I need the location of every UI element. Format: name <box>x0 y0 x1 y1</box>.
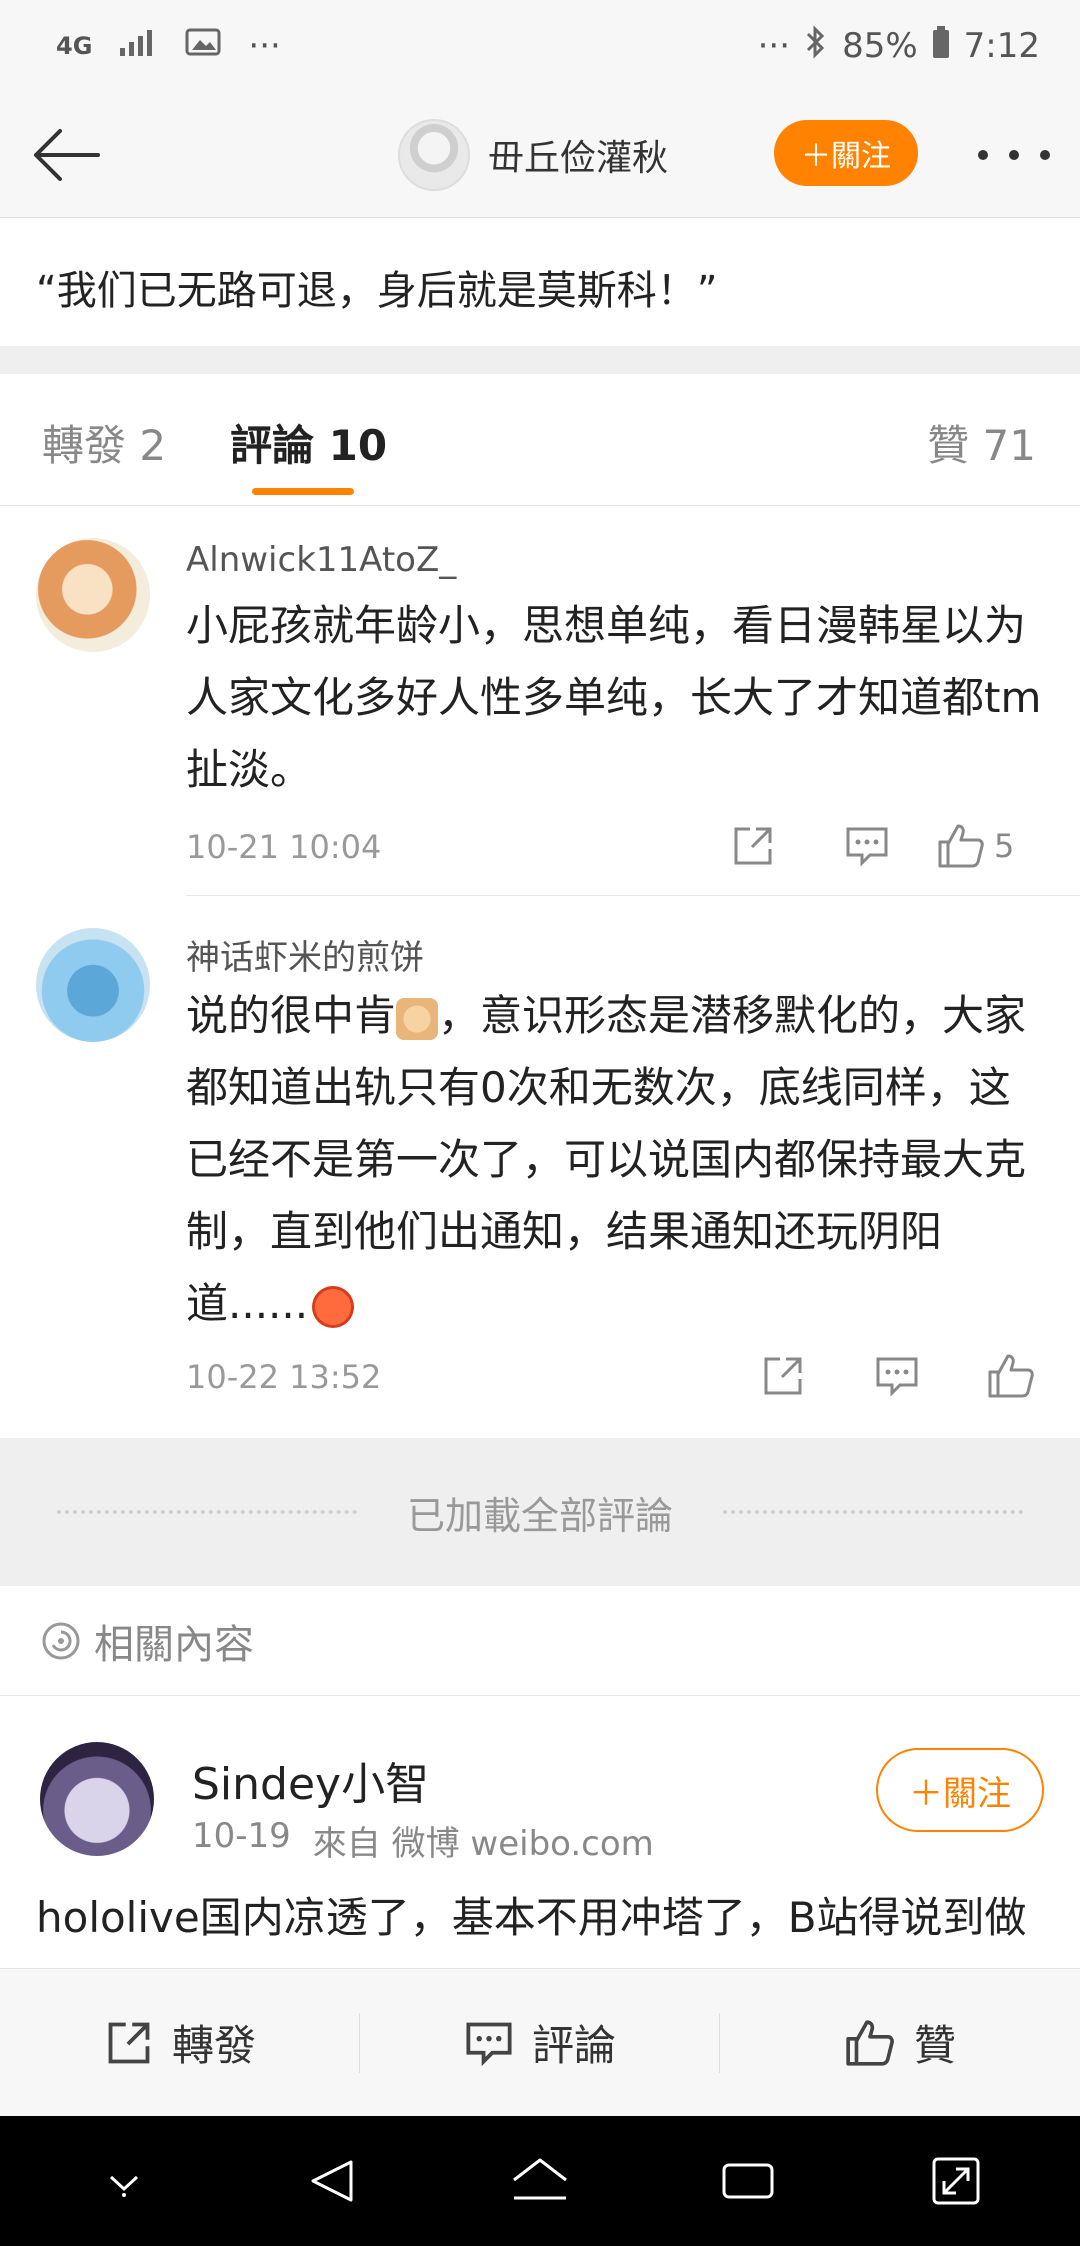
chevron-down-icon <box>109 2175 139 2197</box>
more-options-button[interactable] <box>978 132 1050 178</box>
system-back-button[interactable] <box>287 2136 377 2226</box>
related-post-text[interactable]: hololive国内凉透了，基本不用冲塔了，B站得说到做到，完全清理干净啊，随那… <box>36 1882 1056 1970</box>
comment-text-part: 说的很中肯 <box>186 991 397 1040</box>
comment-time: 10-21 10:04 <box>186 828 382 866</box>
author-avatar[interactable] <box>398 119 470 191</box>
comment-icon <box>876 1357 918 1397</box>
dot-icon <box>978 150 988 160</box>
back-button[interactable] <box>26 122 106 188</box>
recents-icon <box>722 2163 774 2199</box>
home-icon <box>513 2158 567 2200</box>
tab-repost[interactable]: 轉發 2 <box>42 412 166 473</box>
related-post-meta: 10-19 來自 微博 weibo.com <box>192 1816 654 1865</box>
thumbs-up-icon <box>846 2019 894 2066</box>
comment-time: 10-22 13:52 <box>186 1358 382 1396</box>
arrow-left-icon <box>34 129 100 181</box>
bottom-like-label: 贊 <box>913 2021 956 2070</box>
like-button[interactable]: 5 <box>936 816 1014 876</box>
comment-text: 小屁孩就年龄小，思想单纯，看日漫韩星以为人家文化多好人性多单纯，长大了才知道都t… <box>186 601 1042 794</box>
status-bar: 4G ··· ··· 85% 7:12 <box>0 0 1080 92</box>
bottom-comment-label: 評論 <box>531 2021 616 2070</box>
comment-actions: 5 <box>708 816 1014 876</box>
dot-icon <box>1009 150 1019 160</box>
share-icon <box>734 827 772 865</box>
like-count: 5 <box>994 827 1015 865</box>
thumbs-up-icon <box>938 824 984 868</box>
network-type: 4G <box>56 32 93 60</box>
battery-icon <box>932 25 950 68</box>
repost-button[interactable] <box>738 1346 828 1406</box>
author-header[interactable]: 毌丘俭灌秋 <box>398 116 668 194</box>
commenter-avatar[interactable] <box>36 538 150 652</box>
related-icon <box>42 1622 80 1659</box>
all-comments-loaded: 已加載全部評論 <box>0 1438 1080 1586</box>
comment-text-part: ，意识形态是潜移默化的，大家都知道出轨只有0次和无数次，底线同样，这已经不是第一… <box>186 991 1027 1328</box>
related-author-avatar[interactable] <box>40 1742 154 1856</box>
related-post-source: 來自 微博 weibo.com <box>312 1824 654 1864</box>
comment-item: 神话虾米的煎饼 说的很中肯 ，意识形态是潜移默化的，大家都知道出轨只有0次和无数次… <box>0 896 1080 1438</box>
related-label: 相關內容 <box>94 1621 254 1668</box>
angry-face-emoji-icon <box>312 1285 355 1328</box>
comment-actions <box>738 1346 1056 1406</box>
nav-bar: 毌丘俭灌秋 ＋關注 <box>0 92 1080 218</box>
comment-icon <box>466 2022 512 2066</box>
system-rotate-button[interactable] <box>911 2136 1001 2226</box>
related-author-name[interactable]: Sindey小智 <box>192 1748 429 1812</box>
bottom-comment-button[interactable]: 評論 <box>360 1969 720 2116</box>
dotted-divider <box>723 1510 1023 1514</box>
reply-button[interactable] <box>852 1346 942 1406</box>
more-status: ··· <box>757 26 791 66</box>
share-icon <box>764 1357 802 1395</box>
comment-icon <box>846 827 888 867</box>
loaded-text: 已加載全部評論 <box>406 1493 673 1538</box>
related-post-card[interactable]: Sindey小智 10-19 來自 微博 weibo.com ＋關注 holol… <box>0 1696 1080 1970</box>
repost-button[interactable] <box>708 816 798 876</box>
system-recents-button[interactable] <box>703 2136 793 2226</box>
signal-icon <box>118 26 158 67</box>
triangle-back-icon <box>311 2160 353 2202</box>
tab-bar: 轉發 2 評論 10 贊 71 <box>0 374 1080 506</box>
like-button[interactable] <box>966 1346 1056 1406</box>
expand-icon <box>932 2157 980 2205</box>
related-follow-button[interactable]: ＋關注 <box>876 1748 1044 1832</box>
more-notifications: ··· <box>248 26 281 66</box>
share-icon <box>108 2022 150 2063</box>
system-navigation-bar <box>0 2116 1080 2246</box>
tab-comments[interactable]: 評論 10 <box>230 412 387 473</box>
thumbs-up-emoji-icon <box>396 997 439 1040</box>
comment-text: 说的很中肯 ，意识形态是潜移默化的，大家都知道出轨只有0次和无数次，底线同样，这已… <box>186 980 1046 1340</box>
bottom-repost-button[interactable]: 轉發 <box>0 1969 360 2116</box>
author-name[interactable]: 毌丘俭灌秋 <box>488 129 668 181</box>
comment-item: Alnwick11AtoZ_ 小屁孩就年龄小，思想单纯，看日漫韩星以为人家文化多… <box>0 506 1080 896</box>
bottom-like-button[interactable]: 贊 <box>720 1969 1080 2116</box>
commenter-avatar[interactable] <box>36 928 150 1042</box>
commenter-name[interactable]: Alnwick11AtoZ_ <box>186 540 456 580</box>
follow-button[interactable]: ＋關注 <box>774 120 918 186</box>
active-tab-indicator <box>252 488 354 495</box>
related-post-date: 10-19 <box>192 1816 291 1856</box>
dot-icon <box>1040 150 1050 160</box>
dotted-divider <box>56 1510 357 1514</box>
system-home-button[interactable] <box>495 2136 585 2226</box>
hide-keyboard-button[interactable] <box>79 2136 169 2226</box>
thumbs-up-icon <box>988 1354 1034 1398</box>
bluetooth-icon <box>804 24 828 69</box>
bottom-repost-label: 轉發 <box>171 2021 256 2070</box>
related-content-header: 相關內容 <box>0 1586 1080 1696</box>
commenter-name[interactable]: 神话虾米的煎饼 <box>186 930 424 979</box>
battery-percent: 85% <box>842 26 918 66</box>
gallery-icon <box>184 26 222 67</box>
bottom-action-bar: 轉發 評論 贊 <box>0 1968 1080 2116</box>
clock: 7:12 <box>963 26 1040 66</box>
tab-likes[interactable]: 贊 71 <box>927 412 1036 473</box>
post-quote[interactable]: “我们已无路可退，身后就是莫斯科！” <box>0 218 1080 346</box>
section-gap <box>0 346 1080 374</box>
reply-button[interactable] <box>822 816 912 876</box>
